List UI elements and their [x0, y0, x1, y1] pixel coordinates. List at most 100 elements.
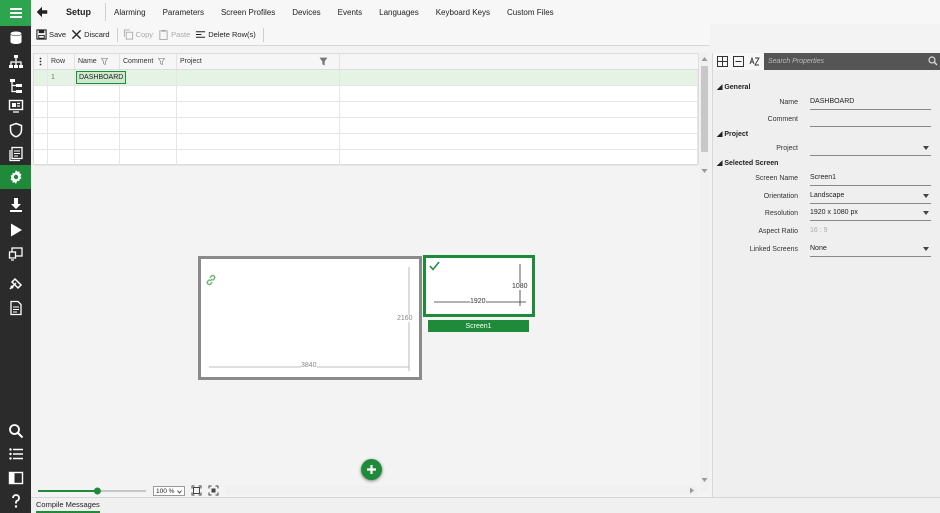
table-row-empty[interactable] — [34, 86, 698, 102]
comment-cell[interactable] — [120, 70, 177, 85]
filter-icon[interactable] — [319, 57, 328, 66]
tab-compile-messages[interactable]: Compile Messages — [36, 500, 100, 513]
screen-name-label[interactable]: Screen1 — [428, 320, 529, 332]
scroll-up-icon[interactable] — [701, 56, 708, 62]
scroll-down-icon[interactable] — [701, 168, 708, 174]
remote-display-icon[interactable] — [0, 242, 31, 266]
actual-size-icon[interactable] — [208, 485, 219, 496]
column-header-name[interactable]: Name — [75, 54, 120, 69]
paste-button[interactable]: Paste — [158, 29, 190, 40]
table-row-empty[interactable] — [34, 150, 698, 166]
tab-keyboard-keys[interactable]: Keyboard Keys — [436, 4, 490, 21]
top-navigation: Setup Alarming Parameters Screen Profile… — [31, 0, 940, 26]
orientation-dropdown[interactable]: Landscape — [810, 192, 931, 204]
scroll-right-icon[interactable] — [689, 487, 695, 494]
paste-icon — [159, 29, 168, 40]
run-play-icon[interactable] — [0, 218, 31, 242]
discard-button[interactable]: Discard — [71, 29, 110, 40]
fit-to-screen-icon[interactable] — [191, 485, 202, 496]
save-button[interactable]: Save — [36, 29, 66, 40]
search-placeholder: Search Properties — [768, 58, 825, 65]
search-icon — [928, 56, 938, 66]
tab-custom-files[interactable]: Custom Files — [507, 4, 554, 21]
screen-name-field[interactable]: Screen1 — [810, 174, 931, 186]
delete-rows-button[interactable]: Delete Row(s) — [195, 29, 256, 40]
delete-rows-icon — [196, 31, 206, 38]
filter-icon[interactable] — [158, 58, 165, 65]
name-property-label: Name — [779, 99, 798, 106]
section-project[interactable]: ◢ Project — [717, 130, 748, 138]
zoom-select[interactable]: 100 % — [153, 486, 185, 496]
orientation-property-label: Orientation — [763, 193, 798, 200]
name-cell[interactable]: DASHBOARD — [75, 70, 127, 85]
download-icon[interactable] — [0, 193, 31, 217]
collapse-all-icon[interactable] — [732, 55, 745, 68]
table-header: Row Name Comment Project — [34, 54, 698, 70]
copy-label: Copy — [135, 30, 154, 39]
column-header-project[interactable]: Project — [177, 54, 340, 69]
table-row-empty[interactable] — [34, 118, 698, 134]
name-cell-value[interactable]: DASHBOARD — [76, 71, 127, 84]
screen-name-property-label: Screen Name — [755, 175, 798, 182]
zoom-slider-knob[interactable] — [93, 487, 101, 495]
vertical-scroll-thumb[interactable] — [701, 66, 708, 152]
properties-search-input[interactable]: Search Properties — [764, 53, 940, 70]
expand-all-icon[interactable] — [716, 55, 729, 68]
add-screen-button[interactable] — [361, 459, 382, 480]
chevron-down-icon — [923, 247, 929, 251]
project-dropdown[interactable] — [810, 144, 931, 156]
tab-languages[interactable]: Languages — [379, 4, 419, 21]
screen-preview-3840[interactable]: 3840 2160 — [198, 256, 422, 380]
table-row-empty[interactable] — [34, 102, 698, 118]
tools-icon[interactable] — [0, 272, 31, 296]
row-number: 1 — [48, 70, 75, 85]
toolbar-divider — [262, 27, 264, 42]
panel-layout-icon[interactable] — [0, 466, 31, 490]
name-property-field[interactable]: DASHBOARD — [810, 98, 931, 110]
settings-gear-icon[interactable] — [0, 165, 31, 189]
copy-icon — [123, 29, 133, 40]
database-icon[interactable] — [0, 26, 31, 50]
linked-screens-dropdown[interactable]: None — [810, 245, 931, 257]
tab-events[interactable]: Events — [338, 4, 362, 21]
screens-icon[interactable] — [0, 94, 31, 118]
scroll-down-icon[interactable] — [701, 477, 708, 483]
list-icon[interactable] — [0, 442, 31, 466]
width-dimension-label: 1920 — [470, 298, 486, 305]
section-general[interactable]: ◢ General — [717, 83, 750, 91]
horizontal-scrollbar[interactable] — [225, 486, 697, 494]
security-shield-icon[interactable] — [0, 118, 31, 142]
tab-parameters[interactable]: Parameters — [163, 4, 204, 21]
table-row-empty[interactable] — [34, 134, 698, 150]
column-header-row[interactable]: Row — [48, 54, 75, 69]
documents-icon[interactable] — [0, 142, 31, 166]
back-arrow-icon[interactable] — [34, 4, 50, 20]
project-cell[interactable] — [177, 70, 340, 85]
copy-button[interactable]: Copy — [123, 29, 154, 40]
toolbar: Save Discard Copy Paste Delete Row(s) — [31, 24, 710, 46]
screen-preview-1920-selected[interactable]: 1920 1080 — [423, 255, 535, 317]
network-icon[interactable] — [0, 50, 31, 74]
table-row[interactable]: 1 DASHBOARD — [34, 70, 698, 86]
filter-icon[interactable] — [101, 58, 108, 65]
tab-screen-profiles[interactable]: Screen Profiles — [218, 4, 278, 26]
hamburger-menu-icon[interactable] — [0, 0, 31, 26]
comment-property-field[interactable] — [810, 115, 931, 127]
column-header-comment[interactable]: Comment — [120, 54, 177, 69]
screen-profiles-table: Row Name Comment Project 1 DASHBOARD — [33, 53, 699, 166]
tab-alarming[interactable]: Alarming — [114, 4, 146, 21]
chevron-down-icon — [923, 146, 929, 150]
tab-devices[interactable]: Devices — [292, 4, 320, 21]
app-window: Setup Alarming Parameters Screen Profile… — [0, 0, 940, 513]
resolution-dropdown[interactable]: 1920 x 1080 px — [810, 209, 931, 221]
section-selected-screen[interactable]: ◢ Selected Screen — [717, 159, 778, 167]
report-icon[interactable] — [0, 296, 31, 320]
zoom-slider[interactable] — [36, 485, 148, 497]
linked-screens-property-label: Linked Screens — [749, 246, 798, 253]
help-icon[interactable] — [0, 489, 31, 513]
save-icon — [36, 29, 47, 40]
sort-alphabetical-icon[interactable] — [748, 55, 761, 68]
search-icon[interactable] — [0, 419, 31, 443]
column-header-name-label: Name — [78, 58, 97, 65]
row-options-icon[interactable] — [34, 54, 48, 69]
